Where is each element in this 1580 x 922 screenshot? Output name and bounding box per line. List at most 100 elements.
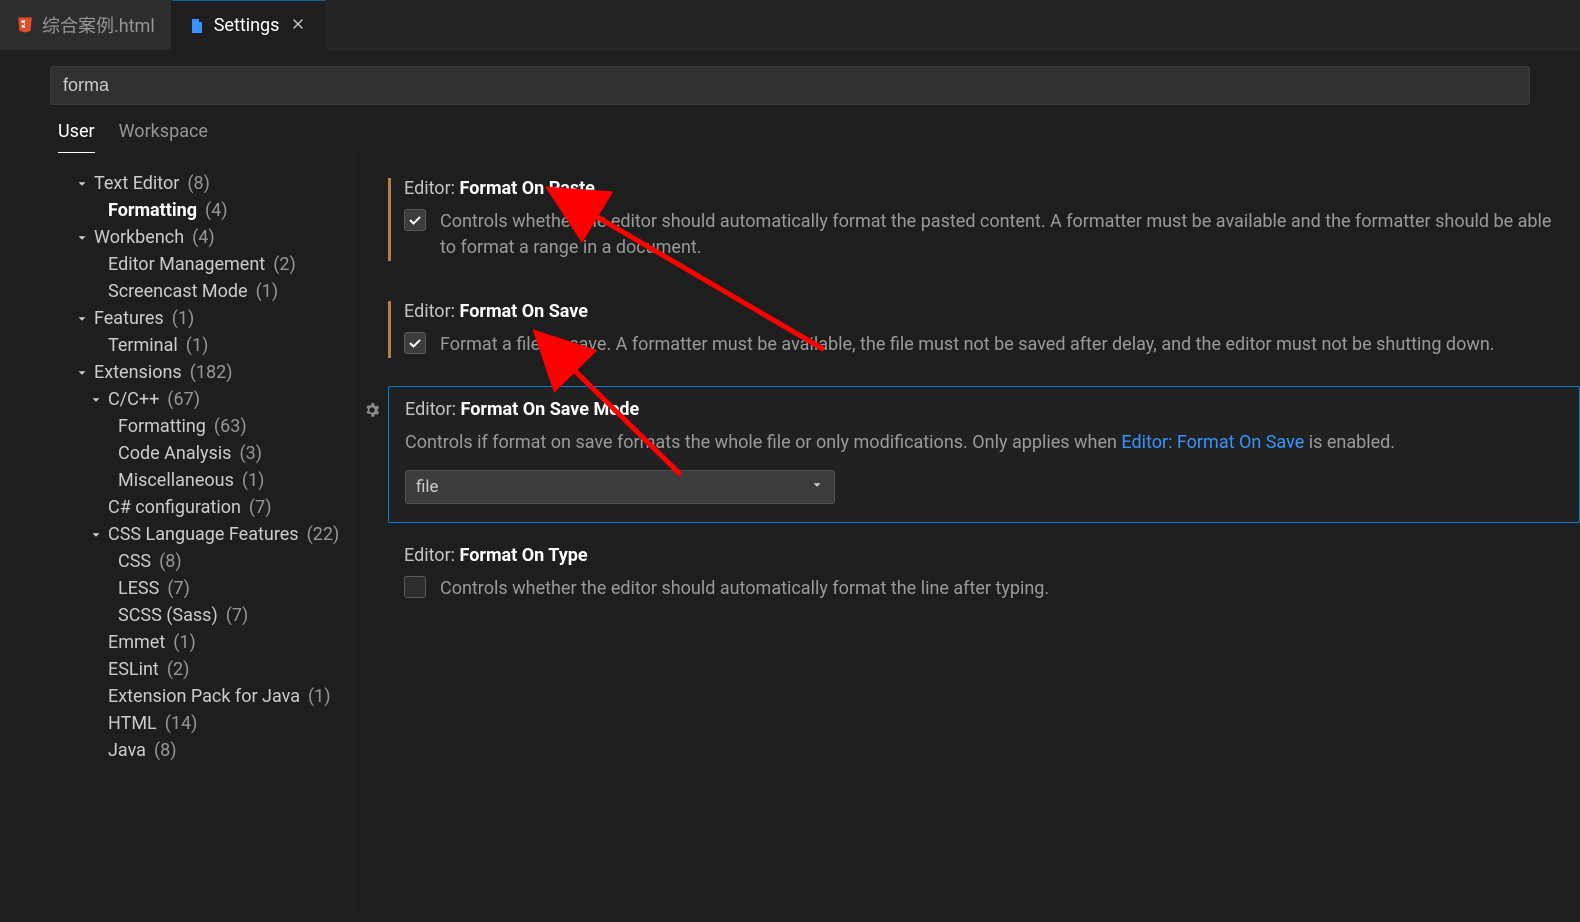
tree-label: Formatting: [118, 416, 206, 437]
tree-label: Extension Pack for Java: [108, 686, 300, 707]
tree-label: SCSS (Sass): [118, 605, 218, 626]
tree-label: Editor Management: [108, 254, 265, 275]
select-format-on-save-mode[interactable]: file: [405, 470, 835, 504]
tree-less[interactable]: LESS (7): [58, 575, 353, 602]
tree-label: Extensions: [94, 362, 182, 383]
tree-csharp[interactable]: C# configuration (7): [58, 494, 353, 521]
setting-title: Editor: Format On Save Mode: [405, 399, 1563, 420]
setting-description: Format a file on save. A formatter must …: [440, 332, 1495, 358]
tree-label: LESS: [118, 578, 159, 599]
tree-scss[interactable]: SCSS (Sass) (7): [58, 602, 353, 629]
tree-label: Miscellaneous: [118, 470, 234, 491]
tree-terminal[interactable]: Terminal (1): [58, 332, 353, 359]
settings-scope-tabs: User Workspace: [0, 105, 1580, 154]
tree-misc[interactable]: Miscellaneous (1): [58, 467, 353, 494]
tree-java[interactable]: Java (8): [58, 737, 353, 764]
tree-label: Text Editor: [94, 173, 179, 194]
tree-count: (1): [172, 308, 195, 329]
tree-features[interactable]: Features (1): [58, 305, 353, 332]
setting-description: Controls if format on save formats the w…: [405, 430, 1563, 456]
tree-screencast-mode[interactable]: Screencast Mode (1): [58, 278, 353, 305]
settings-list[interactable]: Editor: Format On Paste Controls whether…: [354, 154, 1580, 916]
setting-prefix: Editor:: [404, 545, 460, 566]
setting-title: Editor: Format On Paste: [404, 178, 1564, 199]
tree-count: (22): [307, 524, 340, 545]
tree-count: (8): [159, 551, 182, 572]
tree-ccpp[interactable]: C/C++ (67): [58, 386, 353, 413]
desc-post: is enabled.: [1304, 432, 1395, 453]
tree-workbench[interactable]: Workbench (4): [58, 224, 353, 251]
settings-search-input[interactable]: [50, 66, 1530, 105]
tree-count: (1): [256, 281, 279, 302]
tree-count: (63): [214, 416, 247, 437]
select-value: file: [416, 477, 439, 497]
tree-label: Workbench: [94, 227, 184, 248]
tree-count: (1): [186, 335, 209, 356]
tree-count: (1): [308, 686, 331, 707]
setting-format-on-save-mode: Editor: Format On Save Mode Controls if …: [388, 386, 1580, 523]
chevron-down-icon: [810, 477, 824, 497]
tree-label: Java: [108, 740, 146, 761]
settings-file-icon: [188, 17, 206, 35]
close-icon[interactable]: [287, 13, 309, 38]
checkbox-format-on-type[interactable]: [404, 576, 426, 598]
setting-link-format-on-save[interactable]: Editor: Format On Save: [1121, 432, 1304, 453]
setting-format-on-paste: Editor: Format On Paste Controls whether…: [388, 166, 1580, 279]
gear-icon[interactable]: [363, 401, 381, 419]
tree-code-analysis[interactable]: Code Analysis (3): [58, 440, 353, 467]
setting-prefix: Editor:: [405, 399, 461, 420]
editor-tabs-bar: 综合案例.html Settings: [0, 0, 1580, 50]
tree-text-editor[interactable]: Text Editor (8): [58, 170, 353, 197]
setting-name: Format On Save: [460, 301, 589, 322]
checkbox-format-on-paste[interactable]: [404, 209, 426, 231]
tree-css-lang[interactable]: CSS Language Features (22): [58, 521, 353, 548]
tree-count: (14): [165, 713, 198, 734]
setting-name: Format On Save Mode: [461, 399, 640, 420]
tree-formatting[interactable]: Formatting (4): [58, 197, 353, 224]
tree-label: Emmet: [108, 632, 165, 653]
tree-label: CSS: [118, 551, 151, 572]
tree-count: (2): [273, 254, 296, 275]
setting-format-on-type: Editor: Format On Type Controls whether …: [388, 533, 1580, 620]
tree-count: (7): [249, 497, 272, 518]
tree-label: HTML: [108, 713, 157, 734]
settings-search-row: [0, 50, 1580, 105]
tree-ext-java-pack[interactable]: Extension Pack for Java (1): [58, 683, 353, 710]
tree-css[interactable]: CSS (8): [58, 548, 353, 575]
chevron-down-icon: [74, 311, 90, 327]
tree-html[interactable]: HTML (14): [58, 710, 353, 737]
chevron-down-icon: [74, 365, 90, 381]
tree-label: CSS Language Features: [108, 524, 299, 545]
setting-name: Format On Type: [460, 545, 588, 566]
chevron-down-icon: [88, 392, 104, 408]
setting-description: Controls whether the editor should autom…: [440, 209, 1564, 261]
tree-count: (1): [173, 632, 196, 653]
tree-count: (8): [187, 173, 210, 194]
scope-tab-workspace[interactable]: Workspace: [119, 121, 208, 153]
chevron-down-icon: [74, 176, 90, 192]
chevron-down-icon: [88, 527, 104, 543]
tree-eslint[interactable]: ESLint (2): [58, 656, 353, 683]
tree-count: (8): [154, 740, 177, 761]
checkbox-format-on-save[interactable]: [404, 332, 426, 354]
tree-editor-management[interactable]: Editor Management (2): [58, 251, 353, 278]
tree-count: (4): [192, 227, 215, 248]
settings-tree[interactable]: Text Editor (8) Formatting (4) Workbench…: [58, 154, 354, 916]
tree-label: Code Analysis: [118, 443, 231, 464]
tree-count: (7): [167, 578, 190, 599]
scope-tab-user[interactable]: User: [58, 121, 95, 153]
tab-settings-label: Settings: [214, 15, 280, 36]
tree-ccpp-formatting[interactable]: Formatting (63): [58, 413, 353, 440]
tree-extensions[interactable]: Extensions (182): [58, 359, 353, 386]
tree-label: Terminal: [108, 335, 178, 356]
setting-prefix: Editor:: [404, 178, 460, 199]
setting-name: Format On Paste: [460, 178, 595, 199]
tab-settings[interactable]: Settings: [172, 0, 327, 50]
tree-count: (2): [167, 659, 190, 680]
tab-file[interactable]: 综合案例.html: [0, 0, 172, 50]
desc-pre: Controls if format on save formats the w…: [405, 432, 1121, 453]
tree-label: Screencast Mode: [108, 281, 248, 302]
setting-prefix: Editor:: [404, 301, 460, 322]
setting-title: Editor: Format On Type: [404, 545, 1564, 566]
tree-emmet[interactable]: Emmet (1): [58, 629, 353, 656]
